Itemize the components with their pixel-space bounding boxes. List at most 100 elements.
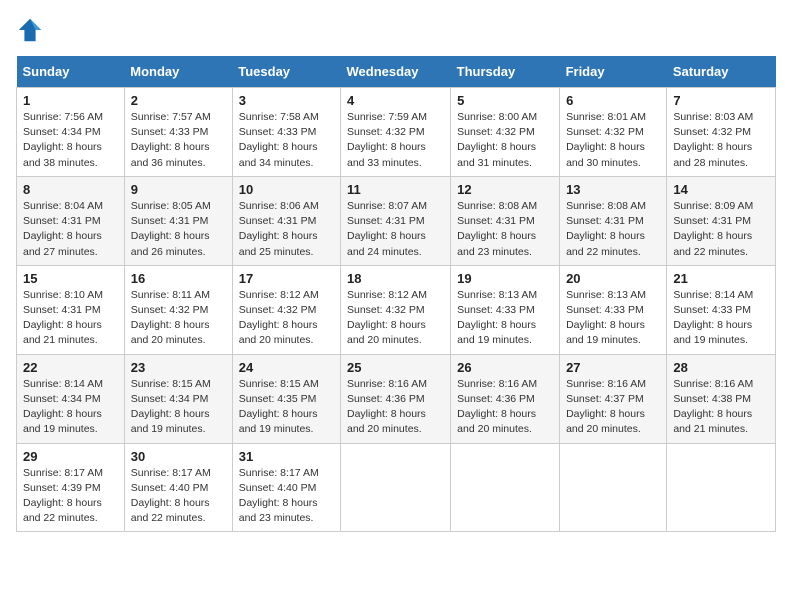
- day-number: 16: [131, 271, 226, 286]
- calendar-cell: 26 Sunrise: 8:16 AMSunset: 4:36 PMDayligh…: [451, 354, 560, 443]
- day-info: Sunrise: 8:13 AMSunset: 4:33 PMDaylight:…: [566, 288, 660, 349]
- calendar-cell: 19 Sunrise: 8:13 AMSunset: 4:33 PMDayligh…: [451, 265, 560, 354]
- day-number: 30: [131, 449, 226, 464]
- logo: [16, 16, 48, 44]
- calendar-cell: 11 Sunrise: 8:07 AMSunset: 4:31 PMDayligh…: [340, 176, 450, 265]
- day-info: Sunrise: 8:07 AMSunset: 4:31 PMDaylight:…: [347, 199, 444, 260]
- day-info: Sunrise: 8:09 AMSunset: 4:31 PMDaylight:…: [673, 199, 769, 260]
- day-number: 21: [673, 271, 769, 286]
- calendar-cell: 24 Sunrise: 8:15 AMSunset: 4:35 PMDayligh…: [232, 354, 340, 443]
- day-info: Sunrise: 8:14 AMSunset: 4:33 PMDaylight:…: [673, 288, 769, 349]
- calendar-cell: 13 Sunrise: 8:08 AMSunset: 4:31 PMDayligh…: [560, 176, 667, 265]
- day-number: 23: [131, 360, 226, 375]
- header: [16, 16, 776, 44]
- calendar-table: SundayMondayTuesdayWednesdayThursdayFrid…: [16, 56, 776, 532]
- day-header-saturday: Saturday: [667, 56, 776, 88]
- day-header-tuesday: Tuesday: [232, 56, 340, 88]
- calendar-cell: [340, 443, 450, 532]
- calendar-cell: 20 Sunrise: 8:13 AMSunset: 4:33 PMDayligh…: [560, 265, 667, 354]
- day-number: 11: [347, 182, 444, 197]
- calendar-cell: 28Sunrise: 8:16 AMSunset: 4:38 PMDayligh…: [667, 354, 776, 443]
- calendar-cell: 1Sunrise: 7:56 AMSunset: 4:34 PMDaylight…: [17, 88, 125, 177]
- day-info: Sunrise: 8:15 AMSunset: 4:34 PMDaylight:…: [131, 377, 226, 438]
- day-info: Sunrise: 8:12 AMSunset: 4:32 PMDaylight:…: [239, 288, 334, 349]
- day-number: 7: [673, 93, 769, 108]
- calendar-cell: 17 Sunrise: 8:12 AMSunset: 4:32 PMDayligh…: [232, 265, 340, 354]
- calendar-cell: 23 Sunrise: 8:15 AMSunset: 4:34 PMDayligh…: [124, 354, 232, 443]
- day-info: Sunrise: 8:17 AMSunset: 4:39 PMDaylight:…: [23, 466, 118, 527]
- day-info: Sunrise: 8:13 AMSunset: 4:33 PMDaylight:…: [457, 288, 553, 349]
- calendar-cell: [451, 443, 560, 532]
- calendar-cell: 9 Sunrise: 8:05 AMSunset: 4:31 PMDaylight…: [124, 176, 232, 265]
- calendar-cell: 10 Sunrise: 8:06 AMSunset: 4:31 PMDayligh…: [232, 176, 340, 265]
- calendar-cell: 12Sunrise: 8:08 AMSunset: 4:31 PMDayligh…: [451, 176, 560, 265]
- day-number: 22: [23, 360, 118, 375]
- day-info: Sunrise: 8:08 AMSunset: 4:31 PMDaylight:…: [566, 199, 660, 260]
- calendar-cell: 7 Sunrise: 8:03 AMSunset: 4:32 PMDaylight…: [667, 88, 776, 177]
- day-info: Sunrise: 8:10 AMSunset: 4:31 PMDaylight:…: [23, 288, 118, 349]
- calendar-cell: 21 Sunrise: 8:14 AMSunset: 4:33 PMDayligh…: [667, 265, 776, 354]
- calendar-week-row: 8Sunrise: 8:04 AMSunset: 4:31 PMDaylight…: [17, 176, 776, 265]
- calendar-week-row: 1Sunrise: 7:56 AMSunset: 4:34 PMDaylight…: [17, 88, 776, 177]
- day-info: Sunrise: 8:16 AMSunset: 4:36 PMDaylight:…: [347, 377, 444, 438]
- day-info: Sunrise: 8:12 AMSunset: 4:32 PMDaylight:…: [347, 288, 444, 349]
- calendar-week-row: 15 Sunrise: 8:10 AMSunset: 4:31 PMDayligh…: [17, 265, 776, 354]
- calendar-cell: 4Sunrise: 7:59 AMSunset: 4:32 PMDaylight…: [340, 88, 450, 177]
- day-header-sunday: Sunday: [17, 56, 125, 88]
- day-info: Sunrise: 8:16 AMSunset: 4:36 PMDaylight:…: [457, 377, 553, 438]
- day-info: Sunrise: 8:00 AMSunset: 4:32 PMDaylight:…: [457, 110, 553, 171]
- day-number: 2: [131, 93, 226, 108]
- day-info: Sunrise: 8:14 AMSunset: 4:34 PMDaylight:…: [23, 377, 118, 438]
- day-header-monday: Monday: [124, 56, 232, 88]
- day-number: 17: [239, 271, 334, 286]
- calendar-cell: 8Sunrise: 8:04 AMSunset: 4:31 PMDaylight…: [17, 176, 125, 265]
- day-number: 24: [239, 360, 334, 375]
- calendar-week-row: 22 Sunrise: 8:14 AMSunset: 4:34 PMDayligh…: [17, 354, 776, 443]
- day-number: 13: [566, 182, 660, 197]
- calendar-cell: 31 Sunrise: 8:17 AMSunset: 4:40 PMDayligh…: [232, 443, 340, 532]
- day-info: Sunrise: 8:05 AMSunset: 4:31 PMDaylight:…: [131, 199, 226, 260]
- day-number: 18: [347, 271, 444, 286]
- day-info: Sunrise: 7:58 AMSunset: 4:33 PMDaylight:…: [239, 110, 334, 171]
- day-number: 15: [23, 271, 118, 286]
- calendar-cell: 18 Sunrise: 8:12 AMSunset: 4:32 PMDayligh…: [340, 265, 450, 354]
- day-info: Sunrise: 8:16 AMSunset: 4:37 PMDaylight:…: [566, 377, 660, 438]
- day-number: 5: [457, 93, 553, 108]
- day-info: Sunrise: 8:17 AMSunset: 4:40 PMDaylight:…: [131, 466, 226, 527]
- day-header-thursday: Thursday: [451, 56, 560, 88]
- calendar-cell: 5 Sunrise: 8:00 AMSunset: 4:32 PMDaylight…: [451, 88, 560, 177]
- day-info: Sunrise: 8:03 AMSunset: 4:32 PMDaylight:…: [673, 110, 769, 171]
- calendar-cell: 2 Sunrise: 7:57 AMSunset: 4:33 PMDaylight…: [124, 88, 232, 177]
- day-number: 25: [347, 360, 444, 375]
- day-info: Sunrise: 7:56 AMSunset: 4:34 PMDaylight:…: [23, 110, 118, 171]
- day-info: Sunrise: 8:17 AMSunset: 4:40 PMDaylight:…: [239, 466, 334, 527]
- calendar-cell: 14 Sunrise: 8:09 AMSunset: 4:31 PMDayligh…: [667, 176, 776, 265]
- calendar-cell: 27 Sunrise: 8:16 AMSunset: 4:37 PMDayligh…: [560, 354, 667, 443]
- calendar-cell: 3Sunrise: 7:58 AMSunset: 4:33 PMDaylight…: [232, 88, 340, 177]
- day-number: 31: [239, 449, 334, 464]
- day-info: Sunrise: 7:59 AMSunset: 4:32 PMDaylight:…: [347, 110, 444, 171]
- day-number: 29: [23, 449, 118, 464]
- calendar-cell: 15 Sunrise: 8:10 AMSunset: 4:31 PMDayligh…: [17, 265, 125, 354]
- day-info: Sunrise: 8:08 AMSunset: 4:31 PMDaylight:…: [457, 199, 553, 260]
- calendar-cell: [560, 443, 667, 532]
- calendar-cell: 6Sunrise: 8:01 AMSunset: 4:32 PMDaylight…: [560, 88, 667, 177]
- day-header-wednesday: Wednesday: [340, 56, 450, 88]
- calendar-week-row: 29 Sunrise: 8:17 AMSunset: 4:39 PMDayligh…: [17, 443, 776, 532]
- calendar-header-row: SundayMondayTuesdayWednesdayThursdayFrid…: [17, 56, 776, 88]
- day-info: Sunrise: 8:06 AMSunset: 4:31 PMDaylight:…: [239, 199, 334, 260]
- day-info: Sunrise: 7:57 AMSunset: 4:33 PMDaylight:…: [131, 110, 226, 171]
- day-info: Sunrise: 8:15 AMSunset: 4:35 PMDaylight:…: [239, 377, 334, 438]
- day-number: 9: [131, 182, 226, 197]
- day-number: 19: [457, 271, 553, 286]
- calendar-cell: 29 Sunrise: 8:17 AMSunset: 4:39 PMDayligh…: [17, 443, 125, 532]
- calendar-cell: [667, 443, 776, 532]
- day-info: Sunrise: 8:01 AMSunset: 4:32 PMDaylight:…: [566, 110, 660, 171]
- day-number: 10: [239, 182, 334, 197]
- day-number: 28: [673, 360, 769, 375]
- day-number: 27: [566, 360, 660, 375]
- day-number: 14: [673, 182, 769, 197]
- day-number: 20: [566, 271, 660, 286]
- day-number: 26: [457, 360, 553, 375]
- day-header-friday: Friday: [560, 56, 667, 88]
